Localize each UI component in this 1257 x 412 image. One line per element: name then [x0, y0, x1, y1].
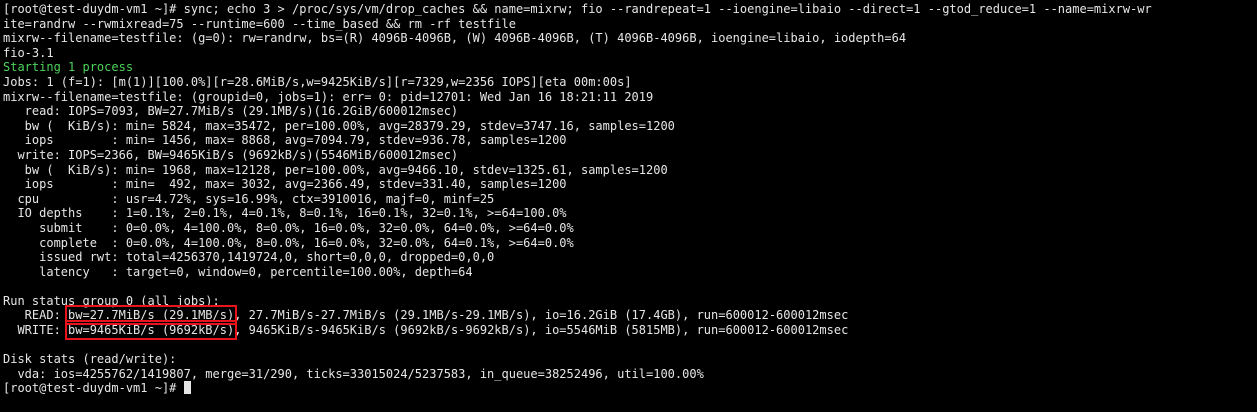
disk-stats-line: Disk stats (read/write): — [3, 352, 177, 367]
output-line: bw ( KiB/s): min= 1968, max=12128, per=1… — [3, 162, 668, 177]
read-details: , 27.7MiB/s-27.7MiB/s (29.1MB/s-29.1MB/s… — [234, 308, 849, 323]
output-line: iops : min= 1456, max= 8868, avg=7094.79… — [3, 133, 567, 148]
output-line: submit : 0=0.0%, 4=100.0%, 8=0.0%, 16=0.… — [3, 220, 574, 235]
read-bandwidth-highlight: bw=27.7MiB/s (29.1MB/s) — [65, 305, 238, 326]
terminal-output: [root@test-duydm-vm1 ~]# sync; echo 3 > … — [3, 2, 1257, 308]
output-line: cpu : usr=4.72%, sys=16.99%, ctx=3910016… — [3, 191, 495, 206]
shell-prompt: [root@test-duydm-vm1 ~]# — [3, 381, 184, 396]
output-line: fio-3.1 — [3, 45, 54, 60]
output-line: issued rwt: total=4256370,1419724,0, sho… — [3, 250, 495, 265]
terminal-window[interactable]: [root@test-duydm-vm1 ~]# sync; echo 3 > … — [0, 0, 1257, 412]
output-line: [root@test-duydm-vm1 ~]# sync; echo 3 > … — [3, 2, 1152, 16]
text-cursor — [183, 381, 191, 395]
output-line: IO depths : 1=0.1%, 2=0.1%, 4=0.1%, 8=0.… — [3, 206, 567, 221]
output-line: write: IOPS=2366, BW=9465KiB/s (9692kB/s… — [3, 147, 459, 162]
output-line: Run status group 0 (all jobs): — [3, 293, 220, 308]
output-line: complete : 0=0.0%, 4=100.0%, 8=0.0%, 16=… — [3, 235, 574, 250]
write-bandwidth-highlight: bw=9465KiB/s (9692kB/s) — [65, 320, 238, 341]
output-line: mixrw--filename=testfile: (g=0): rw=rand… — [3, 31, 907, 46]
command-prompt-line[interactable]: [root@test-duydm-vm1 ~]# — [3, 381, 1257, 396]
run-status-read-line: READ: bw=27.7MiB/s (29.1MB/s), 27.7MiB/s… — [3, 305, 1257, 326]
output-line: Jobs: 1 (f=1): [m(1)][100.0%][r=28.6MiB/… — [3, 74, 632, 89]
read-label: READ: — [3, 308, 69, 323]
disk-stats: Disk stats (read/write): vda: ios=425576… — [3, 338, 1257, 382]
write-label: WRITE: — [3, 323, 69, 338]
output-line: ite=randrw --rwmixread=75 --runtime=600 … — [3, 16, 516, 31]
output-line: iops : min= 492, max= 3032, avg=2366.49,… — [3, 177, 567, 192]
output-line: mixrw--filename=testfile: (groupid=0, jo… — [3, 89, 654, 104]
output-line: latency : target=0, window=0, percentile… — [3, 264, 473, 279]
write-details: , 9465KiB/s-9465KiB/s (9692kB/s-9692kB/s… — [234, 323, 849, 338]
disk-stats-line: vda: ios=4255762/1419807, merge=31/290, … — [3, 366, 704, 381]
run-status-write-line: WRITE: bw=9465KiB/s (9692kB/s), 9465KiB/… — [3, 320, 1257, 341]
output-line: read: IOPS=7093, BW=27.7MiB/s (29.1MB/s)… — [3, 104, 459, 119]
output-line: bw ( KiB/s): min= 5824, max=35472, per=1… — [3, 118, 675, 133]
output-line: Starting 1 process — [3, 60, 134, 75]
disk-stats-line — [3, 338, 1257, 353]
